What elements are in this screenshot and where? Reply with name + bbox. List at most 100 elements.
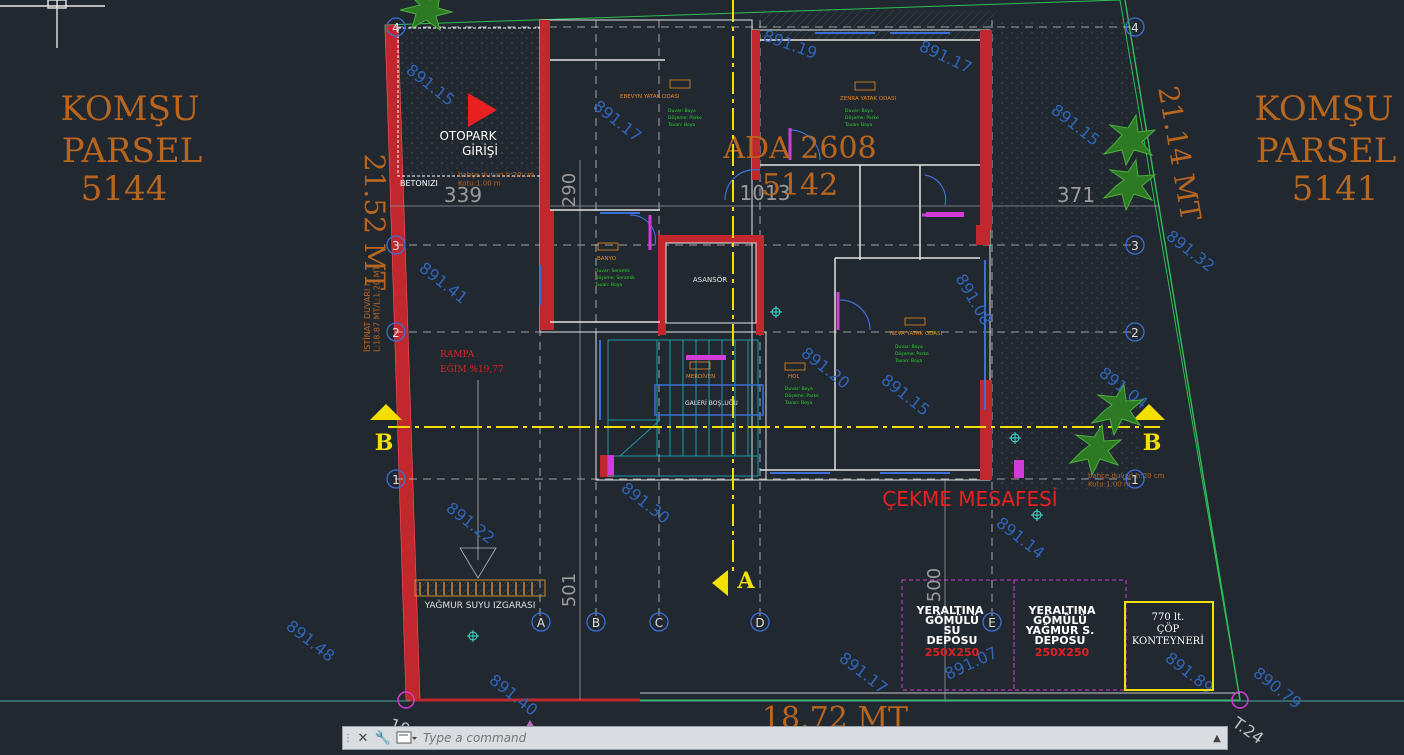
svg-text:1: 1 xyxy=(392,473,400,487)
svg-text:PARSEL: PARSEL xyxy=(1256,131,1397,171)
garbage-bin-label: 770 lt. ÇÖP KONTEYNERİ xyxy=(1132,612,1204,647)
close-icon[interactable]: ✕ xyxy=(353,727,373,749)
svg-text:A: A xyxy=(537,616,546,630)
right-parcel-label: KOMŞU PARSEL 5141 xyxy=(1254,89,1396,209)
svg-text:891.17: 891.17 xyxy=(916,36,975,77)
svg-text:Duvar: Boya: Duvar: Boya xyxy=(668,108,696,114)
svg-text:890.79: 890.79 xyxy=(1250,663,1306,712)
svg-text:B: B xyxy=(592,616,600,630)
setback-label: ÇEKME MESAFESİ xyxy=(882,487,1057,511)
svg-text:ZENRA YATAK ODASI: ZENRA YATAK ODASI xyxy=(840,96,897,102)
svg-text:Tavan: Boya: Tavan: Boya xyxy=(844,122,872,128)
betonizi-label: BETONIZI xyxy=(400,179,438,188)
svg-text:250X250: 250X250 xyxy=(925,646,980,659)
staircase xyxy=(607,339,759,477)
svg-text:Duvar: Boya: Duvar: Boya xyxy=(785,386,813,392)
rain-tank-label: YERALTINA GÖMÜLÜ YAĞMUR S. DEPOSU 250X25… xyxy=(1025,604,1096,659)
dim-371: 371 xyxy=(1057,183,1095,207)
svg-text:891.20: 891.20 xyxy=(798,343,854,392)
ramp-label-1: RAMPA xyxy=(440,350,475,360)
svg-text:BANYO: BANYO xyxy=(597,256,617,262)
magenta-markers xyxy=(608,212,1024,478)
svg-text:PARSEL: PARSEL xyxy=(62,131,203,171)
chevron-up-icon[interactable]: ▲ xyxy=(1207,733,1227,744)
svg-text:2: 2 xyxy=(1131,326,1139,340)
svg-text:891.40: 891.40 xyxy=(486,670,542,719)
rain-grate-label: YAĞMUR SUYU IZGARASI xyxy=(424,599,536,611)
svg-text:Tavan: Boya: Tavan: Boya xyxy=(784,400,812,406)
svg-text:5144: 5144 xyxy=(81,169,168,209)
svg-text:891.17: 891.17 xyxy=(590,96,646,145)
cad-drawing-canvas[interactable]: OTOPARK GİRİŞİ BETONIZI ASANSÖR EBEVYN Y… xyxy=(0,0,1404,755)
dim-290: 290 xyxy=(559,173,580,207)
svg-text:HOL: HOL xyxy=(788,374,800,380)
svg-text:KOMŞU: KOMŞU xyxy=(60,89,199,129)
svg-text:NEVA YATAK ODASI: NEVA YATAK ODASI xyxy=(890,331,943,337)
svg-text:Duvar: Boya: Duvar: Boya xyxy=(895,344,923,350)
wall-note-left: bahçe duvarı h:20 cm Kotu:1.00 m xyxy=(458,171,535,187)
svg-text:891.14: 891.14 xyxy=(993,513,1049,562)
svg-text:2: 2 xyxy=(392,326,400,340)
section-b-left-label: B xyxy=(375,430,394,456)
svg-text:EBEVYN YATAK ODASI: EBEVYN YATAK ODASI xyxy=(620,94,680,100)
svg-text:Tavan: Boya: Tavan: Boya xyxy=(594,282,622,288)
svg-text:891.17: 891.17 xyxy=(836,648,892,697)
svg-text:Döşeme: Parke: Döşeme: Parke xyxy=(845,115,879,121)
svg-text:ÇÖP: ÇÖP xyxy=(1157,623,1180,635)
svg-text:4: 4 xyxy=(392,21,400,35)
svg-text:Döşeme: Parke: Döşeme: Parke xyxy=(668,115,702,121)
ramp-label-2: EĞİM %19,77 xyxy=(440,363,504,375)
command-input[interactable] xyxy=(421,728,1207,748)
command-history-icon[interactable] xyxy=(393,727,421,749)
left-parcel-label: KOMŞU PARSEL 5144 xyxy=(60,89,202,209)
svg-text:Döşeme: Parke: Döşeme: Parke xyxy=(895,351,929,357)
dim-500: 500 xyxy=(924,568,945,602)
svg-text:891.41: 891.41 xyxy=(416,258,472,307)
command-line-grip[interactable]: ⋮ xyxy=(343,727,353,749)
svg-text:891.15: 891.15 xyxy=(878,370,934,419)
ada-label: ADA 2608 xyxy=(722,131,876,166)
level-markers xyxy=(467,306,1043,642)
section-a-label: A xyxy=(736,568,755,594)
section-a-arrow-icon xyxy=(712,570,728,596)
command-line-bar: ⋮ ✕ 🔧 ▲ xyxy=(342,726,1228,750)
svg-text:5141: 5141 xyxy=(1292,169,1379,209)
svg-text:3: 3 xyxy=(1131,239,1139,253)
dim-t24: T.24 xyxy=(1228,713,1267,748)
wrench-icon[interactable]: 🔧 xyxy=(373,727,393,749)
svg-text:250X250: 250X250 xyxy=(1035,646,1090,659)
svg-text:891.22: 891.22 xyxy=(443,498,499,547)
svg-text:891.30: 891.30 xyxy=(618,478,674,527)
svg-text:Duvar: Seramik: Duvar: Seramik xyxy=(595,268,630,274)
parsel-number: 5142 xyxy=(762,168,838,203)
elevator-label: ASANSÖR xyxy=(693,275,727,284)
dim-501: 501 xyxy=(559,573,580,607)
svg-text:891.08: 891.08 xyxy=(952,271,996,329)
ucs-cross xyxy=(0,0,105,48)
svg-text:Döşeme: Parke: Döşeme: Parke xyxy=(785,393,819,399)
svg-text:D: D xyxy=(755,616,764,630)
svg-text:KOMŞU: KOMŞU xyxy=(1254,89,1393,129)
water-tank-label: YERALTINA GÖMÜLÜ SU DEPOSU 250X250 xyxy=(916,604,984,659)
svg-text:Tavan: Boya: Tavan: Boya xyxy=(667,122,695,128)
section-b-right-label: B xyxy=(1143,430,1162,456)
svg-text:Tavan: Boya: Tavan: Boya xyxy=(894,358,922,364)
svg-text:891.48: 891.48 xyxy=(283,616,339,665)
svg-text:891.32: 891.32 xyxy=(1163,226,1219,275)
parking-label-2: GİRİŞİ xyxy=(462,143,498,158)
parking-label-1: OTOPARK xyxy=(439,129,497,143)
svg-text:770 lt.: 770 lt. xyxy=(1152,612,1185,623)
dim-right-length: 21.14 MT xyxy=(1151,83,1207,223)
svg-text:MERDİVEN: MERDİVEN xyxy=(686,373,715,380)
svg-text:4: 4 xyxy=(1131,21,1139,35)
svg-text:GALERİ BOŞLUĞU: GALERİ BOŞLUĞU xyxy=(685,400,738,407)
terminal-icon xyxy=(396,731,417,744)
svg-text:C: C xyxy=(655,616,663,630)
svg-text:1: 1 xyxy=(1131,473,1139,487)
svg-text:Duvar: Boya: Duvar: Boya xyxy=(845,108,873,114)
svg-text:Döşeme: Seramik: Döşeme: Seramik xyxy=(595,275,635,281)
svg-text:KONTEYNERİ: KONTEYNERİ xyxy=(1132,635,1204,647)
svg-text:E: E xyxy=(988,616,996,630)
rain-grate xyxy=(414,579,546,597)
svg-text:3: 3 xyxy=(392,239,400,253)
